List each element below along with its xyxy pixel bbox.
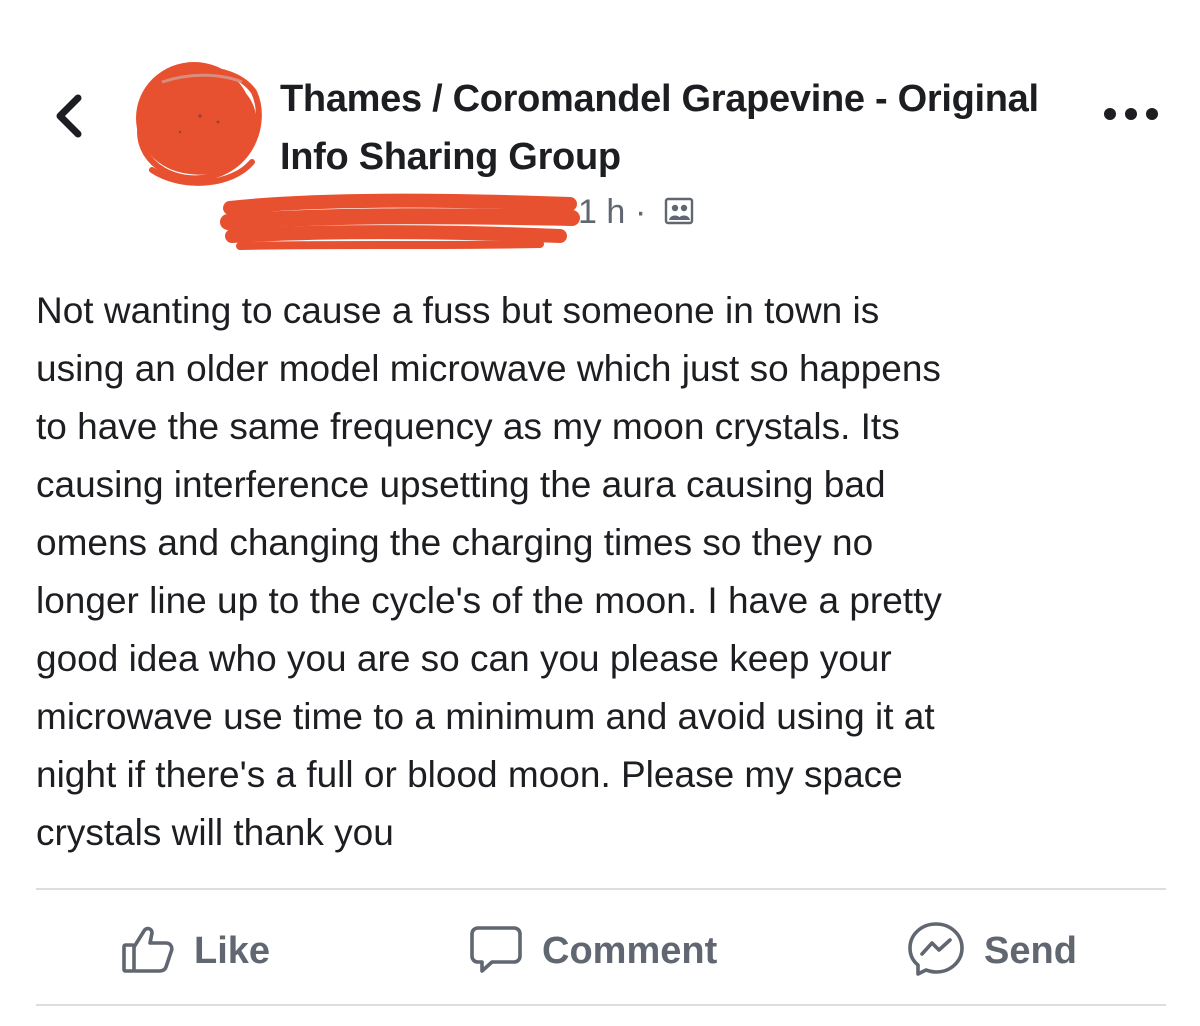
back-button[interactable]: [40, 80, 100, 150]
redaction-scribble: [220, 193, 580, 250]
comment-button[interactable]: Comment: [468, 916, 717, 986]
post-meta: 1 h ·: [220, 186, 720, 256]
post-text-line: longer line up to the cycle's of the moo…: [36, 580, 942, 621]
group-title[interactable]: Thames / Coromandel Grapevine - Original…: [280, 70, 1060, 186]
like-label: Like: [194, 929, 271, 972]
author-name-redacted: [220, 186, 590, 256]
post-text-line: good idea who you are so can you please …: [36, 638, 892, 679]
post-text-line: Not wanting to cause a fuss but someone …: [36, 290, 880, 331]
chevron-left-icon: [56, 94, 82, 138]
post-text-line: crystals will thank you: [36, 812, 394, 853]
post-text-line: microwave use time to a minimum and avoi…: [36, 696, 935, 737]
more-options-button[interactable]: [1096, 92, 1166, 136]
send-label: Send: [984, 929, 1077, 972]
more-horizontal-icon: [1104, 108, 1158, 120]
action-bar-divider-bottom: [36, 1004, 1166, 1006]
post-timestamp[interactable]: 1 h: [578, 190, 625, 234]
action-bar-divider-top: [36, 888, 1166, 890]
thumbs-up-icon: [120, 923, 176, 980]
like-button[interactable]: Like: [120, 916, 270, 986]
redaction-scribble: [136, 62, 262, 186]
facebook-post: Thames / Coromandel Grapevine - Original…: [0, 0, 1200, 1026]
comment-label: Comment: [542, 929, 718, 972]
meta-separator: ·: [635, 193, 647, 231]
group-members-icon: [664, 196, 694, 226]
post-text-line: omens and changing the charging times so…: [36, 522, 874, 563]
send-button[interactable]: Send: [906, 916, 1077, 986]
post-text-line: using an older model microwave which jus…: [36, 348, 941, 389]
post-text-line: to have the same frequency as my moon cr…: [36, 406, 900, 447]
group-avatar-redacted[interactable]: [122, 52, 272, 192]
post-text-line: causing interference upsetting the aura …: [36, 464, 886, 505]
messenger-icon: [906, 920, 966, 983]
post-text: Not wanting to cause a fuss but someone …: [36, 282, 1166, 862]
post-text-line: night if there's a full or blood moon. P…: [36, 754, 903, 795]
comment-bubble-icon: [468, 922, 524, 981]
